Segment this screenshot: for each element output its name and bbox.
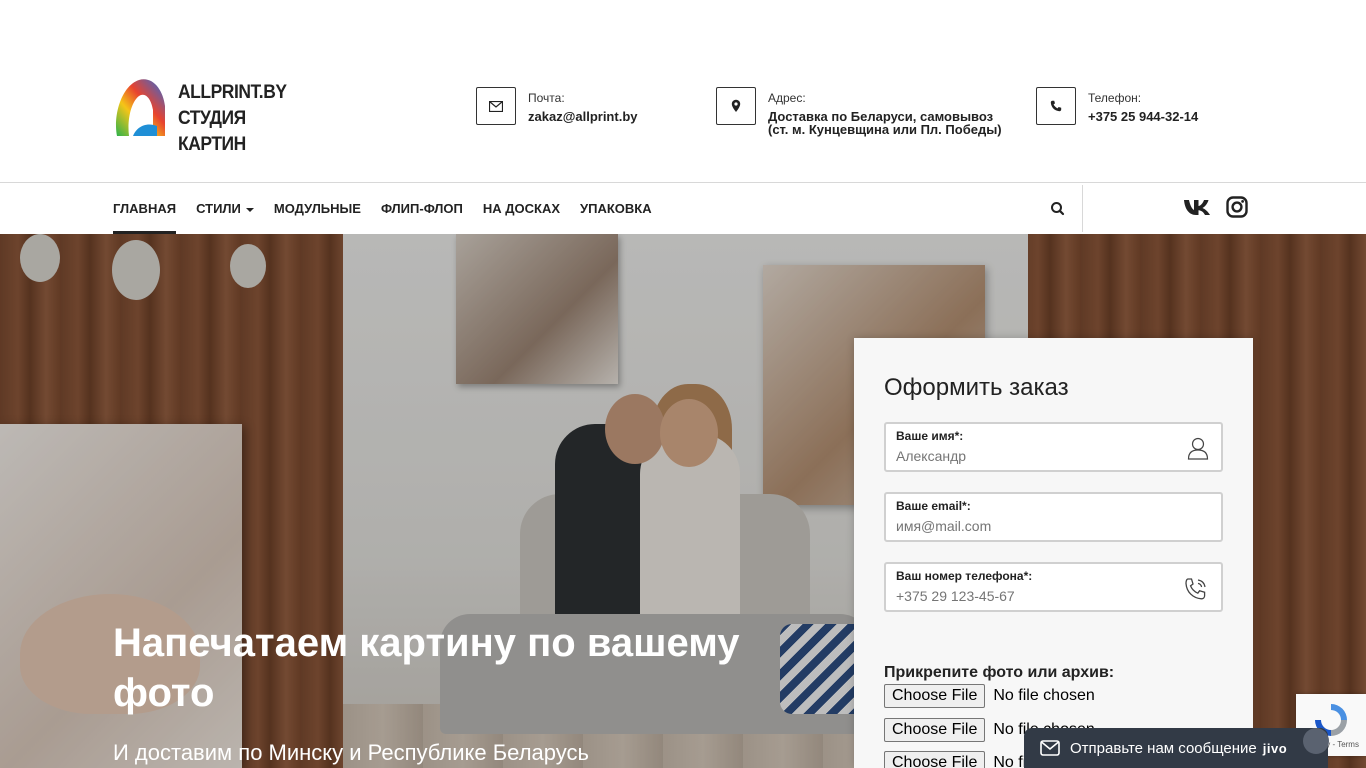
chat-widget[interactable]: Отправьте нам сообщение jivo [1024,728,1328,768]
nav-item-packaging[interactable]: УПАКОВКА [580,183,652,234]
site-header: ALLPRINT.BY СТУДИЯ КАРТИН Почта: zakaz@a… [0,0,1366,183]
email-field[interactable]: Ваше email*: [884,492,1223,542]
contact-address-label: Адрес: [768,91,806,105]
user-icon [1187,436,1209,465]
map-marker-icon [716,87,756,125]
envelope-icon [476,87,516,125]
hero-title: Напечатаем картину по вашему фото [113,621,740,715]
phone-field-label: Ваш номер телефона*: [896,569,1033,583]
order-form: Оформить заказ Ваше имя*: Ваше email*: В… [854,338,1253,768]
name-field[interactable]: Ваше имя*: [884,422,1223,472]
contact-email: Почта: zakaz@allprint.by [476,87,637,125]
nav-divider [1082,185,1083,232]
file-upload-1[interactable]: Choose File No file chosen [884,684,1095,708]
phone-field[interactable]: Ваш номер телефона*: [884,562,1223,612]
contact-address: Адрес: Доставка по Беларуси, самовывоз (… [716,87,1002,136]
contact-phone: Телефон: +375 25 944-32-14 [1036,87,1198,125]
nav-item-styles[interactable]: СТИЛИ [196,183,254,234]
attach-label: Прикрепите фото или архив: [884,664,1115,681]
phone-icon [1036,87,1076,125]
vk-icon[interactable] [1183,197,1213,222]
mail-icon [1040,740,1060,756]
name-field-label: Ваше имя*: [896,429,964,443]
logo-mark-icon [115,79,165,136]
instagram-icon[interactable] [1226,196,1248,223]
chat-message: Отправьте нам сообщение [1070,739,1257,757]
caret-down-icon [245,207,254,212]
choose-file-button[interactable]: Choose File [884,718,986,742]
phone-input[interactable] [896,588,1176,604]
logo-title: ALLPRINT.BY [178,82,287,103]
order-form-title: Оформить заказ [884,374,1069,401]
contact-email-label: Почта: [528,91,565,105]
name-input[interactable] [896,448,1176,464]
search-icon[interactable] [1048,199,1068,219]
email-field-label: Ваше email*: [896,499,971,513]
contact-email-value[interactable]: zakaz@allprint.by [528,110,637,123]
main-nav: ГЛАВНАЯ СТИЛИ МОДУЛЬНЫЕ ФЛИП-ФЛОП НА ДОС… [0,182,1366,234]
file-status: No file chosen [993,687,1095,704]
nav-item-on-boards[interactable]: НА ДОСКАХ [483,183,560,234]
choose-file-button[interactable]: Choose File [884,684,986,708]
logo[interactable]: ALLPRINT.BY СТУДИЯ КАРТИН [113,76,313,155]
chat-brand: jivo [1262,740,1288,756]
nav-item-home[interactable]: ГЛАВНАЯ [113,183,177,234]
nav-item-modular[interactable]: МОДУЛЬНЫЕ [274,183,361,234]
chat-avatar[interactable] [1303,728,1329,754]
email-input[interactable] [896,518,1176,534]
choose-file-button[interactable]: Choose File [884,751,986,768]
contact-address-line2: (ст. м. Кунцевщина или Пл. Победы) [768,122,1002,137]
hero-subtitle: И доставим по Минску и Республике Белару… [113,740,589,765]
contact-phone-value[interactable]: +375 25 944-32-14 [1088,110,1198,123]
contact-phone-label: Телефон: [1088,91,1142,105]
nav-item-flip-flop[interactable]: ФЛИП-ФЛОП [381,183,463,234]
phone-ring-icon [1183,576,1209,607]
logo-subtitle: СТУДИЯ КАРТИН [178,108,246,155]
nav-item-styles-label: СТИЛИ [196,201,241,216]
